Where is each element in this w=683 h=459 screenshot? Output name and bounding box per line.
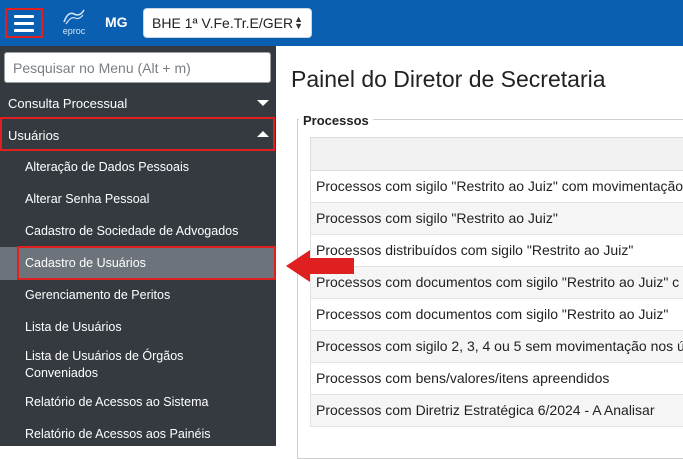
sidebar-item-alterar-senha[interactable]: Alterar Senha Pessoal bbox=[0, 191, 276, 208]
sidebar-item-cadastro-sociedade-advogados[interactable]: Cadastro de Sociedade de Advogados bbox=[0, 223, 276, 240]
chevron-down-icon bbox=[257, 100, 269, 106]
sidebar-section-consulta-processual[interactable]: Consulta Processual bbox=[0, 87, 276, 119]
sidebar-item-lista-usuarios[interactable]: Lista de Usuários bbox=[0, 319, 276, 336]
table-header bbox=[310, 137, 683, 171]
sidebar-item-lista-usuarios-orgaos[interactable]: Lista de Usuários de Órgãos Conveniados bbox=[0, 348, 220, 382]
sidebar-item-label: Alterar Senha Pessoal bbox=[25, 192, 150, 206]
sidebar-section-usuarios[interactable]: Usuários bbox=[0, 119, 276, 151]
locale-label: MG bbox=[105, 14, 128, 30]
table-row[interactable]: Processos com bens/valores/itens apreend… bbox=[310, 363, 683, 395]
sidebar-section-label: Usuários bbox=[8, 127, 60, 143]
unit-select[interactable]: BHE 1ª V.Fe.Tr.E/GER ▲ ▼ bbox=[143, 8, 312, 38]
hamburger-icon-line bbox=[14, 14, 34, 18]
sidebar-item-label: Lista de Usuários de Órgãos Conveniados bbox=[25, 349, 184, 380]
sidebar-item-label: Relatório de Acessos ao Sistema bbox=[25, 395, 209, 409]
sidebar-item-label: Alteração de Dados Pessoais bbox=[25, 160, 189, 174]
sidebar-item-label: Relatório de Acessos aos Painéis bbox=[25, 427, 211, 441]
table-row[interactable]: Processos com documentos com sigilo "Res… bbox=[310, 267, 683, 299]
sidebar-item-label: Cadastro de Sociedade de Advogados bbox=[25, 224, 239, 238]
sidebar-item-alteracao-dados-pessoais[interactable]: Alteração de Dados Pessoais bbox=[0, 159, 276, 176]
table-row[interactable]: Processos com Diretriz Estratégica 6/202… bbox=[310, 395, 683, 427]
fieldset-legend: Processos bbox=[299, 113, 373, 128]
page-title: Painel do Diretor de Secretaria bbox=[291, 66, 606, 92]
table-row[interactable]: Processos com sigilo "Restrito ao Juiz" bbox=[310, 203, 683, 235]
sidebar-item-gerenciamento-peritos[interactable]: Gerenciamento de Peritos bbox=[0, 287, 276, 304]
sidebar-item-relatorio-acessos-paineis[interactable]: Relatório de Acessos aos Painéis bbox=[0, 426, 276, 443]
sidebar-item-label: Gerenciamento de Peritos bbox=[25, 288, 171, 302]
hamburger-icon-line bbox=[14, 21, 34, 25]
sidebar-section-label: Consulta Processual bbox=[8, 95, 128, 111]
menu-search-input[interactable] bbox=[4, 52, 271, 83]
select-caret-icon: ▲ ▼ bbox=[294, 14, 303, 31]
sidebar-item-relatorio-acessos-sistema[interactable]: Relatório de Acessos ao Sistema bbox=[0, 394, 276, 411]
eproc-logo-icon bbox=[63, 9, 85, 25]
chevron-up-icon bbox=[257, 131, 269, 137]
table-row[interactable]: Processos distribuídos com sigilo "Restr… bbox=[310, 235, 683, 267]
sidebar-item-label: Cadastro de Usuários bbox=[25, 256, 146, 270]
sidebar-item-label: Lista de Usuários bbox=[25, 320, 122, 334]
sidebar-item-cadastro-usuarios[interactable]: Cadastro de Usuários bbox=[0, 247, 276, 280]
top-bar: eproc MG BHE 1ª V.Fe.Tr.E/GER ▲ ▼ bbox=[0, 0, 683, 46]
table-row[interactable]: Processos com sigilo "Restrito ao Juiz" … bbox=[310, 171, 683, 203]
hamburger-menu-button[interactable] bbox=[5, 8, 43, 38]
table-row[interactable]: Processos com documentos com sigilo "Res… bbox=[310, 299, 683, 331]
logo-text: eproc bbox=[62, 26, 86, 36]
hamburger-icon-line bbox=[14, 28, 34, 32]
table-row[interactable]: Processos com sigilo 2, 3, 4 ou 5 sem mo… bbox=[310, 331, 683, 363]
annotation-arrow-icon bbox=[286, 250, 354, 282]
unit-select-value: BHE 1ª V.Fe.Tr.E/GER bbox=[152, 15, 294, 31]
sidebar: Consulta Processual Usuários Alteração d… bbox=[0, 46, 276, 446]
eproc-logo[interactable]: eproc bbox=[58, 8, 90, 38]
